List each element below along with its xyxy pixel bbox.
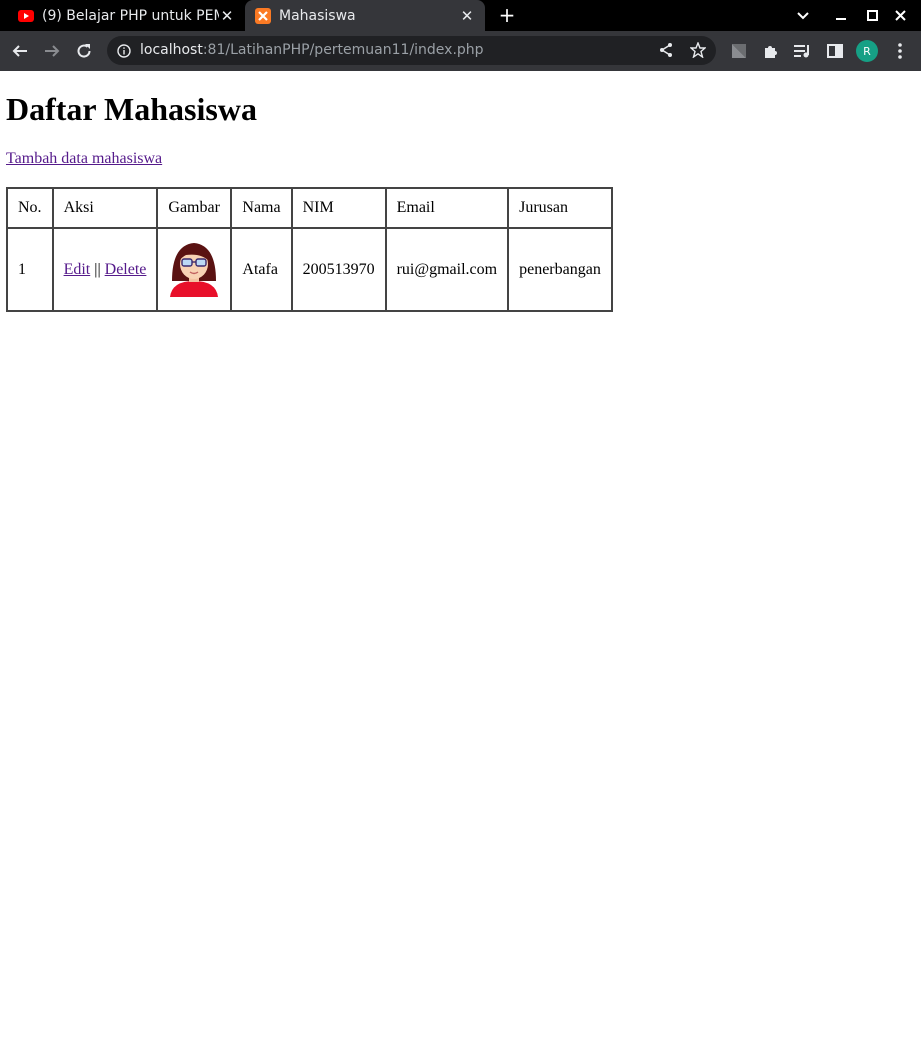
profile-avatar[interactable]: R — [856, 40, 878, 62]
url-text[interactable]: localhost:81/LatihanPHP/pertemuan11/inde… — [140, 42, 484, 58]
tab-search-icon[interactable] — [788, 0, 818, 31]
share-icon[interactable] — [658, 42, 674, 62]
info-icon[interactable] — [117, 43, 131, 58]
tab-title: Mahasiswa — [279, 7, 356, 24]
delete-link[interactable]: Delete — [105, 261, 147, 278]
back-icon[interactable] — [8, 39, 32, 63]
page-title: Daftar Mahasiswa — [6, 91, 257, 127]
tab-youtube[interactable]: (9) Belajar PHP untuk PEMULA ✕ — [8, 0, 245, 31]
extension-icon[interactable] — [727, 39, 751, 63]
cell-no: 1 — [7, 228, 53, 311]
menu-kebab-icon[interactable] — [888, 39, 912, 63]
maximize-icon[interactable] — [857, 0, 887, 31]
new-tab-icon[interactable]: + — [496, 4, 518, 26]
col-header-no: No. — [7, 188, 53, 228]
media-queue-icon[interactable] — [791, 39, 815, 63]
edit-link[interactable]: Edit — [64, 261, 91, 278]
youtube-icon — [18, 8, 34, 24]
side-panel-icon[interactable] — [823, 39, 847, 63]
browser-chrome: (9) Belajar PHP untuk PEMULA ✕ Mahasiswa… — [0, 0, 921, 71]
url-host: localhost — [140, 42, 203, 58]
student-table: No. Aksi Gambar Nama NIM Email Jurusan 1… — [6, 187, 613, 312]
address-bar[interactable]: localhost:81/LatihanPHP/pertemuan11/inde… — [107, 36, 716, 65]
tab-title: (9) Belajar PHP untuk PEMULA — [42, 7, 219, 24]
forward-icon[interactable] — [40, 39, 64, 63]
col-header-email: Email — [385, 188, 509, 228]
cell-jurusan: penerbangan — [508, 228, 612, 311]
puzzle-icon[interactable] — [759, 39, 783, 63]
cell-aksi: Edit || Delete — [52, 228, 158, 311]
col-header-nim: NIM — [291, 188, 386, 228]
col-header-nama: Nama — [231, 188, 292, 228]
cell-nim: 200513970 — [291, 228, 386, 311]
close-tab-icon[interactable]: ✕ — [459, 7, 475, 25]
col-header-aksi: Aksi — [52, 188, 158, 228]
browser-toolbar: localhost:81/LatihanPHP/pertemuan11/inde… — [0, 31, 921, 71]
cell-gambar — [157, 228, 232, 311]
url-path: :81/LatihanPHP/pertemuan11/index.php — [202, 42, 484, 58]
bookmark-star-icon[interactable] — [689, 41, 707, 62]
tab-mahasiswa[interactable]: Mahasiswa ✕ — [245, 0, 485, 31]
xampp-icon — [255, 7, 271, 24]
add-student-link[interactable]: Tambah data mahasiswa — [6, 150, 162, 168]
minimize-icon[interactable] — [826, 0, 856, 31]
table-header-row: No. Aksi Gambar Nama NIM Email Jurusan — [7, 188, 612, 228]
tab-strip: (9) Belajar PHP untuk PEMULA ✕ Mahasiswa… — [0, 0, 921, 31]
close-window-icon[interactable] — [885, 0, 915, 31]
cell-email: rui@gmail.com — [385, 228, 509, 311]
col-header-jurusan: Jurusan — [508, 188, 612, 228]
reload-icon[interactable] — [72, 39, 96, 63]
table-row: 1 Edit || Delete Atafa 200513970 rui@gma… — [7, 228, 612, 311]
close-tab-icon[interactable]: ✕ — [219, 7, 235, 25]
action-separator: || — [94, 260, 101, 278]
cell-nama: Atafa — [231, 228, 292, 311]
student-photo-avatar — [168, 237, 220, 302]
col-header-gambar: Gambar — [157, 188, 232, 228]
